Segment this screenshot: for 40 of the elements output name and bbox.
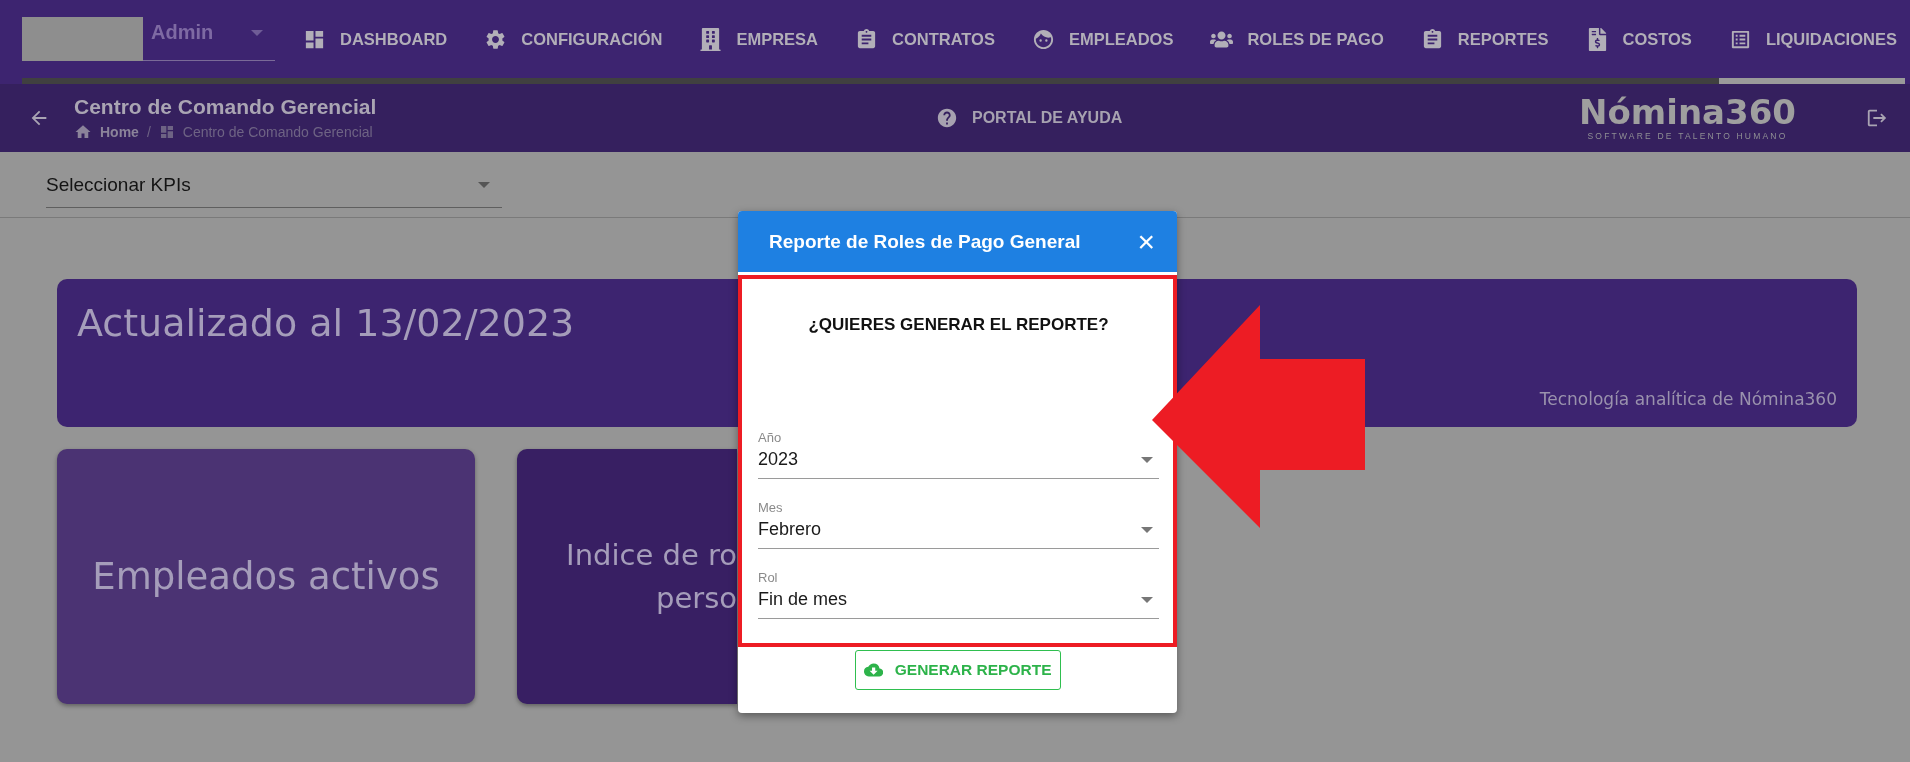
- brand-logo: Nómina360: [1579, 95, 1796, 129]
- nav-tab[interactable]: EMPRESA: [689, 0, 826, 84]
- kpi-card[interactable]: Empleados activos: [57, 449, 475, 704]
- brand-tagline: SOFTWARE DE TALENTO HUMANO: [1587, 131, 1788, 141]
- help-icon: [936, 107, 958, 129]
- home-icon: [74, 123, 92, 141]
- caret-icon: [1141, 526, 1153, 533]
- face-icon: [1031, 27, 1055, 51]
- caret-icon: [1141, 596, 1153, 603]
- dialog-title: Reporte de Roles de Pago General: [769, 230, 1081, 253]
- breadcrumb-current: Centro de Comando Gerencial: [182, 124, 373, 140]
- nav-tab[interactable]: CONTRATOS: [845, 0, 1003, 84]
- nav-tab[interactable]: CONFIGURACIÓN: [474, 0, 671, 84]
- close-button[interactable]: ×: [1137, 226, 1155, 257]
- breadcrumb-link[interactable]: Home: [100, 124, 139, 140]
- select-field[interactable]: Rol Fin de mes: [758, 549, 1159, 619]
- card-title: Indice de ro: [566, 537, 737, 575]
- nav-tab[interactable]: REPORTES: [1410, 0, 1557, 84]
- grid-icon: [158, 124, 175, 140]
- banner-title: Actualizado al 13/02/2023: [77, 301, 575, 345]
- dialog-question: ¿QUIERES GENERAR EL REPORTE?: [808, 315, 1109, 335]
- kpi-select[interactable]: Seleccionar KPIs: [46, 162, 502, 208]
- nav-tab[interactable]: ROLES DE PAGO: [1200, 0, 1392, 84]
- page-title: Centro de Comando Gerencial: [74, 95, 378, 119]
- caret-icon: [251, 29, 263, 36]
- breadcrumb-separator: /: [146, 124, 151, 140]
- card-title: Empleados activos: [92, 553, 440, 600]
- card-title: perso: [655, 579, 737, 617]
- nav-tab[interactable]: EMPLEADOS: [1021, 0, 1182, 84]
- nav-tab[interactable]: COSTOS: [1575, 0, 1700, 84]
- nav-tab[interactable]: DASHBOARD: [293, 0, 456, 84]
- logout-icon[interactable]: [1866, 107, 1888, 129]
- select-field[interactable]: Mes Febrero: [758, 479, 1159, 549]
- caret-icon: [478, 181, 490, 188]
- help-link[interactable]: PORTAL DE AYUDA: [936, 107, 1123, 129]
- building-icon: [699, 27, 723, 51]
- banner-subtitle: Tecnología analítica de Nómina360: [1539, 389, 1837, 409]
- clipboard-icon: [855, 27, 878, 51]
- kpi-card[interactable]: Indice de ro perso: [517, 449, 737, 704]
- caret-icon: [1141, 456, 1153, 463]
